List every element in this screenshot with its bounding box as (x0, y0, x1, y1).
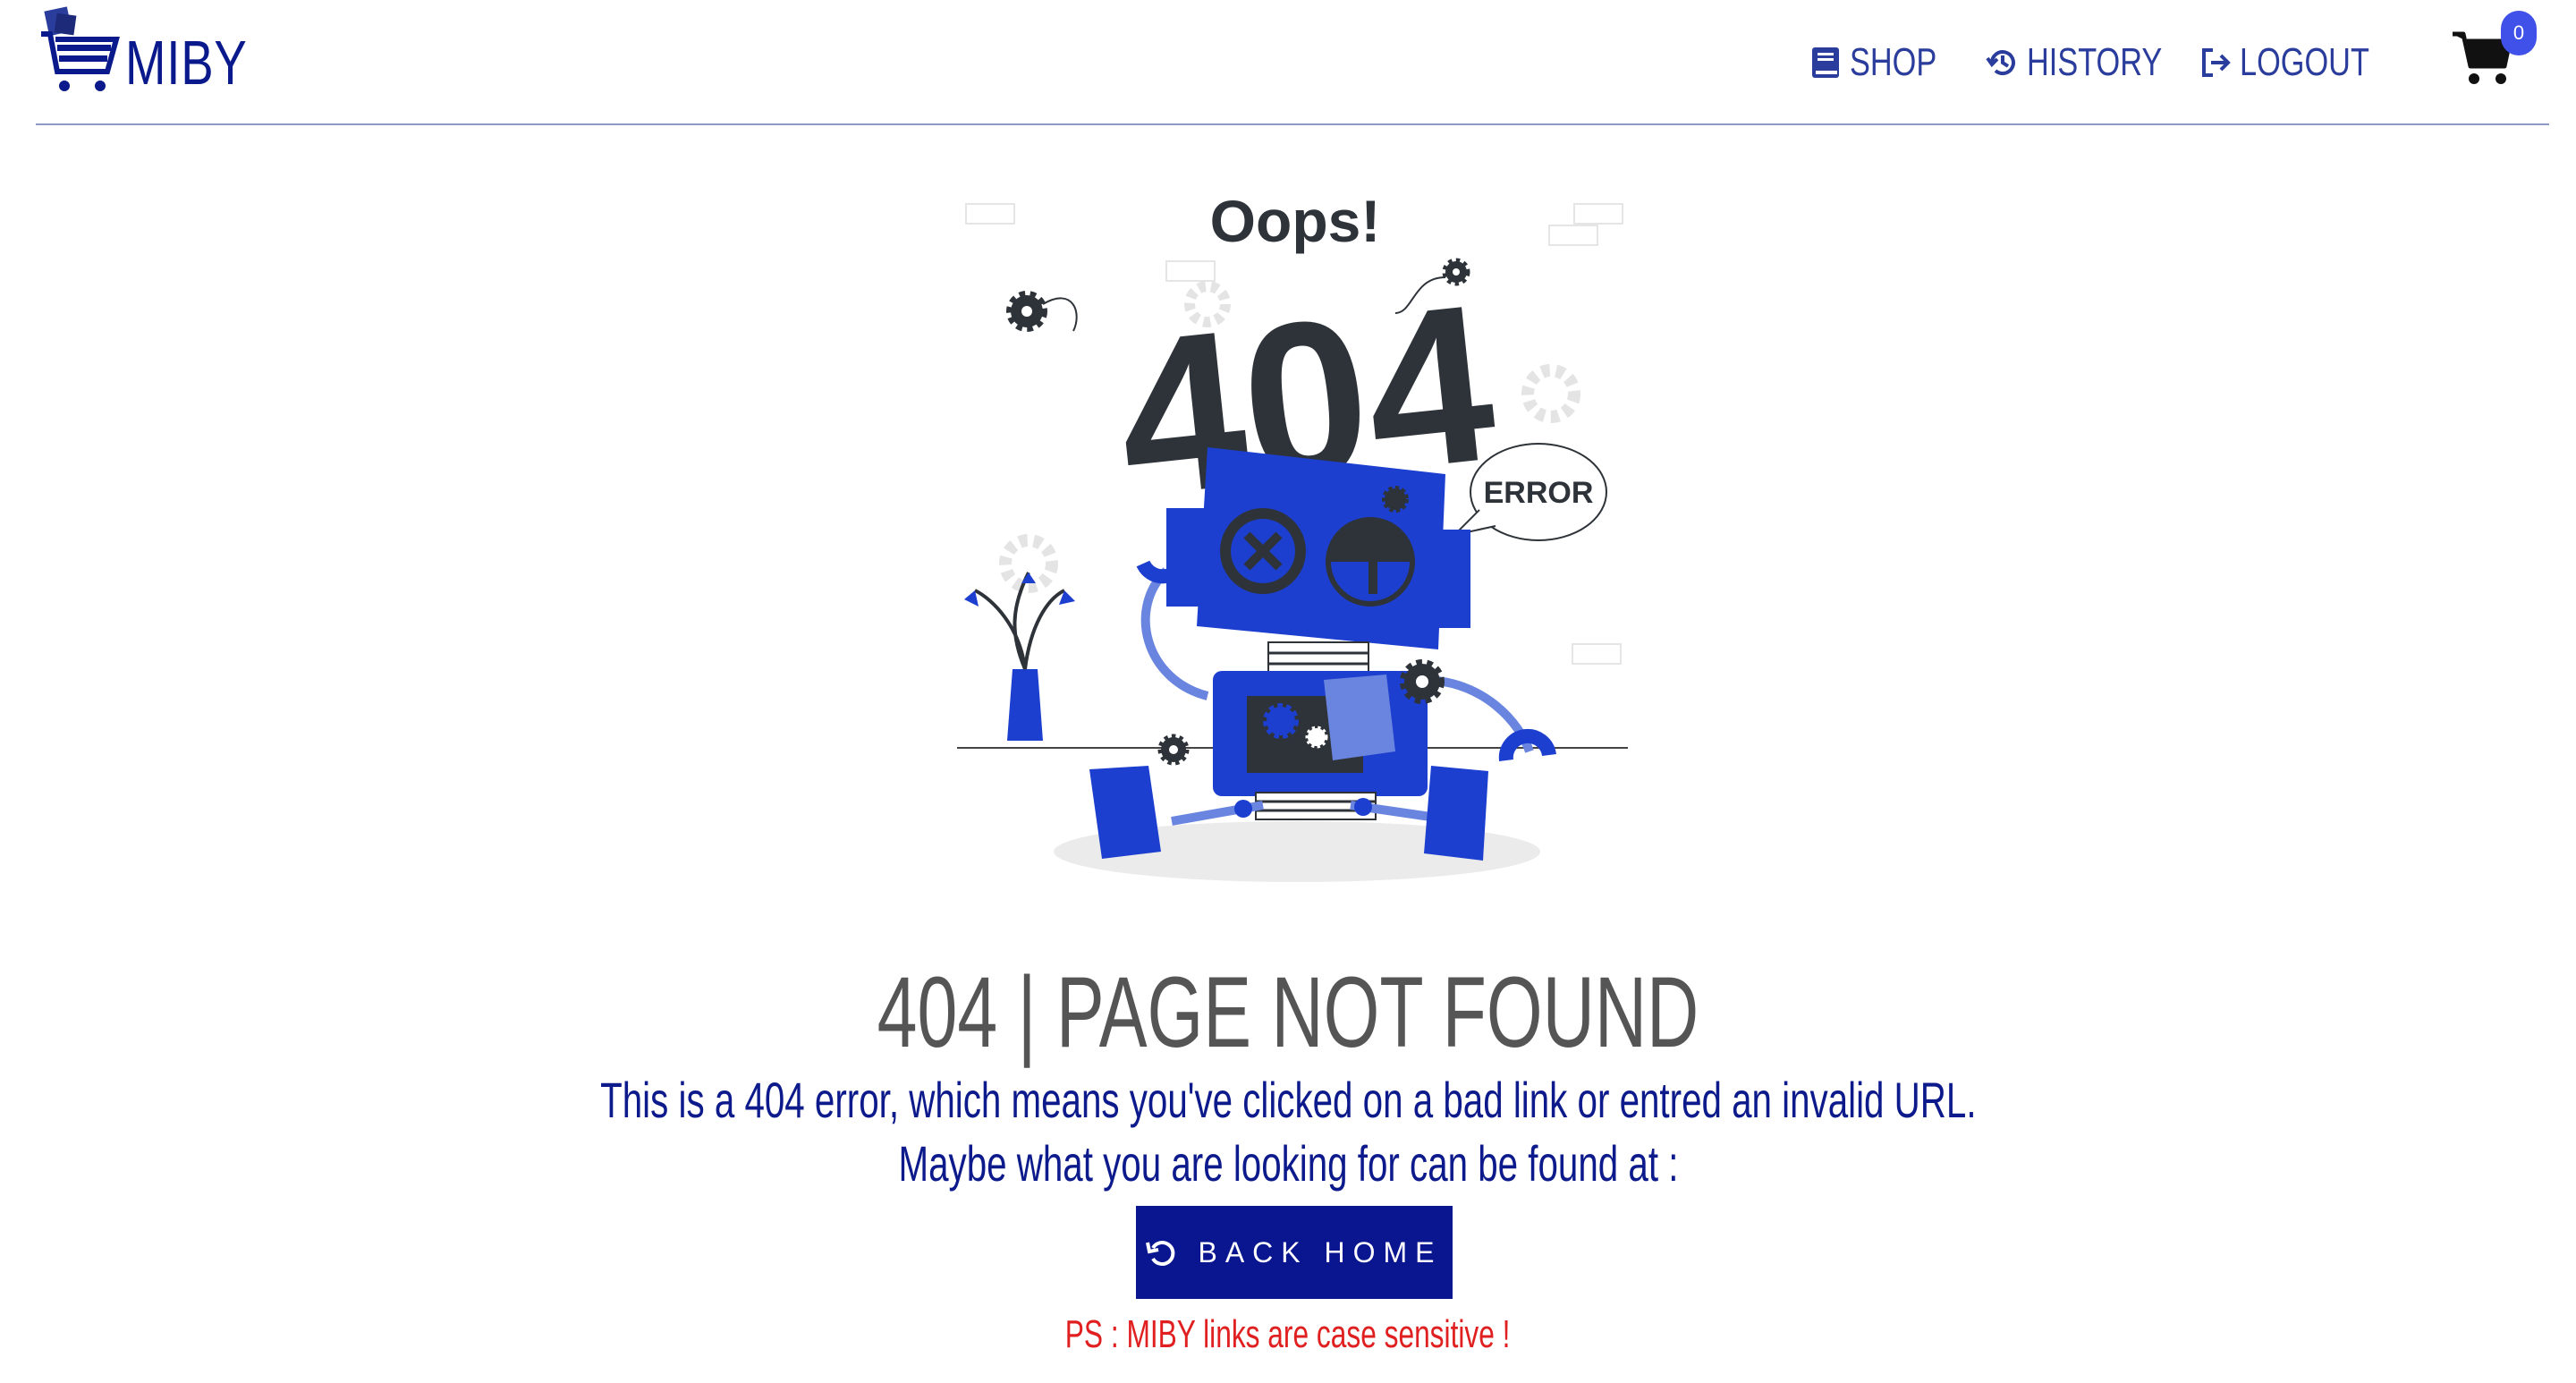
page-title-text: 404 | PAGE NOT FOUND (877, 956, 1699, 1068)
robot-404-illustration: Oops! 404 ERROR (957, 188, 1628, 882)
gear-icon (1006, 291, 1047, 332)
nav-logout-label: LOGOUT (2240, 40, 2369, 84)
cart-logo-icon (41, 6, 120, 91)
case-sensitive-note-text: PS : MIBY links are case sensitive ! (1065, 1312, 1511, 1356)
error-bubble-text: ERROR (1484, 476, 1594, 510)
cart-count-badge: 0 (2501, 11, 2537, 55)
history-icon (1986, 50, 2015, 76)
oops-text: Oops! (1210, 188, 1381, 254)
cart-button[interactable]: 0 (2451, 11, 2537, 93)
brand-name: MIBY (125, 28, 248, 98)
nav-history-label: HISTORY (2027, 40, 2163, 84)
gear-icon (1442, 258, 1470, 286)
nav-shop-label: SHOP (1850, 40, 1937, 84)
nav-history-link[interactable]: HISTORY (1986, 36, 2200, 89)
back-home-label: BACK HOME (1198, 1235, 1443, 1268)
suggestion-text-line: Maybe what you are looking for can be fo… (898, 1135, 1678, 1192)
nav-shop-link[interactable]: SHOP (1809, 36, 1962, 89)
nav-logout-link[interactable]: LOGOUT (2199, 36, 2406, 89)
page-title: 404 | PAGE NOT FOUND (0, 950, 2576, 1075)
suggestion-text: Maybe what you are looking for can be fo… (0, 1133, 2576, 1195)
book-icon (1812, 47, 1839, 78)
error-description-text: This is a 404 error, which means you've … (599, 1072, 1977, 1128)
logout-icon (2202, 48, 2231, 77)
back-home-button[interactable]: BACK HOME (1136, 1206, 1453, 1299)
error-description: This is a 404 error, which means you've … (0, 1069, 2576, 1132)
undo-icon (1146, 1241, 1175, 1266)
case-sensitive-note: PS : MIBY links are case sensitive ! (0, 1308, 2576, 1362)
navbar: MIBY SHOP HISTORY LOGOUT 0 (36, 0, 2549, 125)
gear-icon (1157, 734, 1190, 766)
gear-icon (1400, 659, 1445, 704)
gear-icon (1382, 486, 1409, 513)
